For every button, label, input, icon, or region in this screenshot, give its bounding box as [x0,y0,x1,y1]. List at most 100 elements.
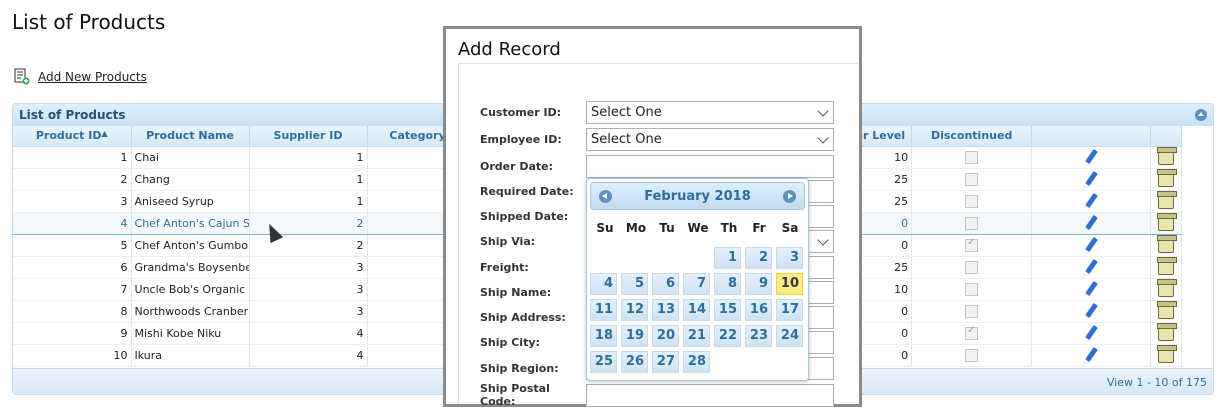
cell-product-name: Ikura [131,344,250,367]
calendar-day[interactable]: 3 [776,247,803,269]
field-label: Ship City: [480,336,540,349]
calendar-day[interactable]: 13 [652,299,679,321]
trash-icon[interactable] [1157,301,1178,319]
column-header[interactable]: Discontinued [911,126,1033,147]
trash-icon[interactable] [1157,191,1178,209]
pencil-icon[interactable] [1083,259,1099,275]
calendar-day[interactable]: 8 [714,273,741,295]
calendar-day[interactable]: 2 [745,247,772,269]
column-header[interactable]: Product ID▲ [13,126,132,147]
cell-product-name: Northwoods Cranber [131,300,250,323]
calendar-day[interactable]: 22 [714,325,741,347]
add-document-icon [14,68,30,85]
calendar-day[interactable]: 14 [683,299,710,321]
pencil-icon[interactable] [1083,215,1099,231]
calendar-day[interactable]: 25 [590,351,617,373]
trash-icon[interactable] [1157,235,1178,253]
calendar-day[interactable]: 16 [745,299,772,321]
discontinued-checkbox [965,172,979,186]
pencil-icon[interactable] [1083,281,1099,297]
calendar-day[interactable]: 12 [621,299,648,321]
grid-caption-text: List of Products [19,108,126,122]
cell-delete [1150,344,1183,367]
calendar-day[interactable]: 4 [590,273,617,295]
trash-icon[interactable] [1157,213,1178,231]
date-picker: February 2018 Su Mo Tu We Th Fr Sa 1 2 3 4 5 6 7 8 9 10 1… [586,178,809,381]
cell-product-id: 1 [13,146,132,169]
field-label: Ship Address: [480,311,566,324]
calendar-day-today[interactable]: 10 [776,273,803,295]
cell-discontinued [911,300,1033,323]
pencil-icon[interactable] [1083,193,1099,209]
add-new-products-link[interactable]: Add New Products [14,68,147,85]
cell-delete [1150,234,1183,257]
cell-supplier-id: 2 [249,234,368,257]
field-input[interactable] [586,383,834,407]
calendar-day[interactable]: 26 [621,351,648,373]
field-input[interactable] [586,155,834,178]
form-row: Customer ID: Select One [480,101,834,124]
discontinued-checkbox [965,150,979,164]
cell-delete [1150,168,1183,191]
pencil-icon[interactable] [1083,325,1099,341]
calendar-day[interactable]: 9 [745,273,772,295]
calendar-day[interactable]: 20 [652,325,679,347]
pencil-icon[interactable] [1083,347,1099,363]
trash-icon[interactable] [1157,279,1178,297]
cell-discontinued [911,168,1033,191]
pencil-icon[interactable] [1083,149,1099,165]
field-select[interactable]: Select One [586,128,834,151]
calendar-day[interactable]: 19 [621,325,648,347]
calendar-day[interactable]: 6 [652,273,679,295]
calendar-day[interactable]: 27 [652,351,679,373]
calendar-day[interactable]: 1 [714,247,741,269]
pencil-icon[interactable] [1083,237,1099,253]
weekday-label: Tu [659,221,675,235]
cell-edit [1031,256,1152,279]
cell-discontinued [911,278,1033,301]
weekday-label: Sa [781,221,799,235]
calendar-day[interactable]: 24 [776,325,803,347]
collapse-icon[interactable] [1195,109,1207,121]
calendar-day[interactable]: 23 [745,325,772,347]
pencil-icon[interactable] [1083,171,1099,187]
calendar-day[interactable]: 18 [590,325,617,347]
cell-discontinued [911,256,1033,279]
calendar-header: February 2018 [590,182,805,210]
cell-delete [1150,278,1183,301]
column-header[interactable]: Supplier ID [249,126,368,147]
cell-discontinued [911,234,1033,257]
cell-discontinued [911,190,1033,213]
calendar-day[interactable]: 7 [683,273,710,295]
trash-icon[interactable] [1157,169,1178,187]
cell-discontinued [911,146,1033,169]
form-row: Employee ID: Select One [480,128,834,151]
column-header[interactable]: Product Name [131,126,250,147]
field-label: Employee ID: [480,133,562,146]
field-label: Ship Name: [480,286,552,299]
cell-delete [1150,190,1183,213]
cell-discontinued [911,211,1033,235]
pencil-icon[interactable] [1083,303,1099,319]
calendar-day[interactable]: 17 [776,299,803,321]
trash-icon[interactable] [1157,323,1178,341]
trash-icon[interactable] [1157,345,1178,363]
cell-edit [1031,344,1152,367]
next-month-icon[interactable] [783,190,796,203]
form-row: Order Date: [480,155,834,178]
cell-supplier-id: 3 [249,256,368,279]
cell-edit [1031,168,1152,191]
cell-delete [1150,300,1183,323]
trash-icon[interactable] [1157,257,1178,275]
calendar-day[interactable]: 5 [621,273,648,295]
discontinued-checkbox [965,194,979,208]
calendar-day[interactable]: 28 [683,351,710,373]
cell-product-name: Chang [131,168,250,191]
cell-product-id: 10 [13,344,132,367]
trash-icon[interactable] [1157,147,1178,165]
discontinued-checkbox [965,304,979,318]
calendar-day[interactable]: 15 [714,299,741,321]
calendar-day[interactable]: 11 [590,299,617,321]
field-select[interactable]: Select One [586,101,834,124]
calendar-day[interactable]: 21 [683,325,710,347]
